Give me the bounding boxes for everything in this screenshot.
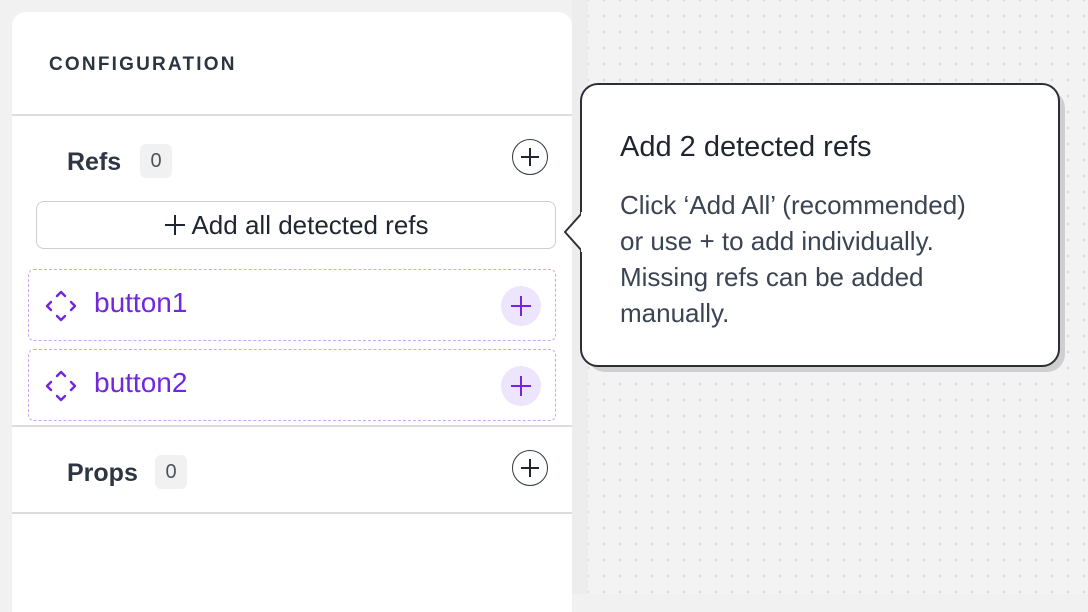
divider bbox=[12, 425, 572, 427]
ref-item-label: button2 bbox=[94, 367, 188, 398]
add-ref-button[interactable] bbox=[512, 139, 548, 175]
tooltip-body-line: Click ‘Add All’ (recommended) bbox=[620, 190, 966, 220]
plus-icon bbox=[511, 296, 531, 316]
plus-icon bbox=[165, 215, 186, 235]
dashed-target-icon bbox=[45, 290, 77, 322]
props-count-badge: 0 bbox=[155, 455, 187, 489]
tooltip-body-line: Missing refs can be added bbox=[620, 262, 924, 292]
divider bbox=[12, 512, 572, 514]
add-all-detected-refs-button[interactable]: Add all detected refs bbox=[36, 201, 556, 249]
tooltip-arrow bbox=[564, 212, 586, 252]
plus-circle-icon bbox=[521, 148, 539, 166]
refs-section-title: Refs bbox=[67, 148, 122, 176]
configuration-panel: CONFIGURATION Refs 0 Add all detected re… bbox=[12, 12, 572, 612]
add-prop-button[interactable] bbox=[512, 450, 548, 486]
refs-count-badge: 0 bbox=[140, 144, 172, 178]
add-ref-item-button[interactable] bbox=[501, 286, 541, 326]
detected-ref-item[interactable]: button2 bbox=[28, 349, 556, 421]
dashed-target-icon bbox=[45, 370, 77, 402]
plus-circle-icon bbox=[521, 459, 539, 477]
tooltip-body: Click ‘Add All’ (recommended) or use + t… bbox=[620, 187, 1040, 331]
detected-ref-item[interactable]: button1 bbox=[28, 269, 556, 341]
add-ref-item-button[interactable] bbox=[501, 366, 541, 406]
plus-icon bbox=[511, 376, 531, 396]
panel-title: CONFIGURATION bbox=[49, 54, 237, 75]
ref-item-label: button1 bbox=[94, 287, 188, 318]
tooltip-body-line: or use + to add individually. bbox=[620, 226, 934, 256]
tooltip-body-line: manually. bbox=[620, 298, 730, 328]
detected-refs-tooltip: Add 2 detected refs Click ‘Add All’ (rec… bbox=[580, 83, 1060, 367]
add-all-label: Add all detected refs bbox=[191, 209, 429, 240]
tooltip-title: Add 2 detected refs bbox=[620, 131, 872, 163]
props-section-title: Props bbox=[67, 459, 138, 487]
divider bbox=[12, 114, 572, 116]
